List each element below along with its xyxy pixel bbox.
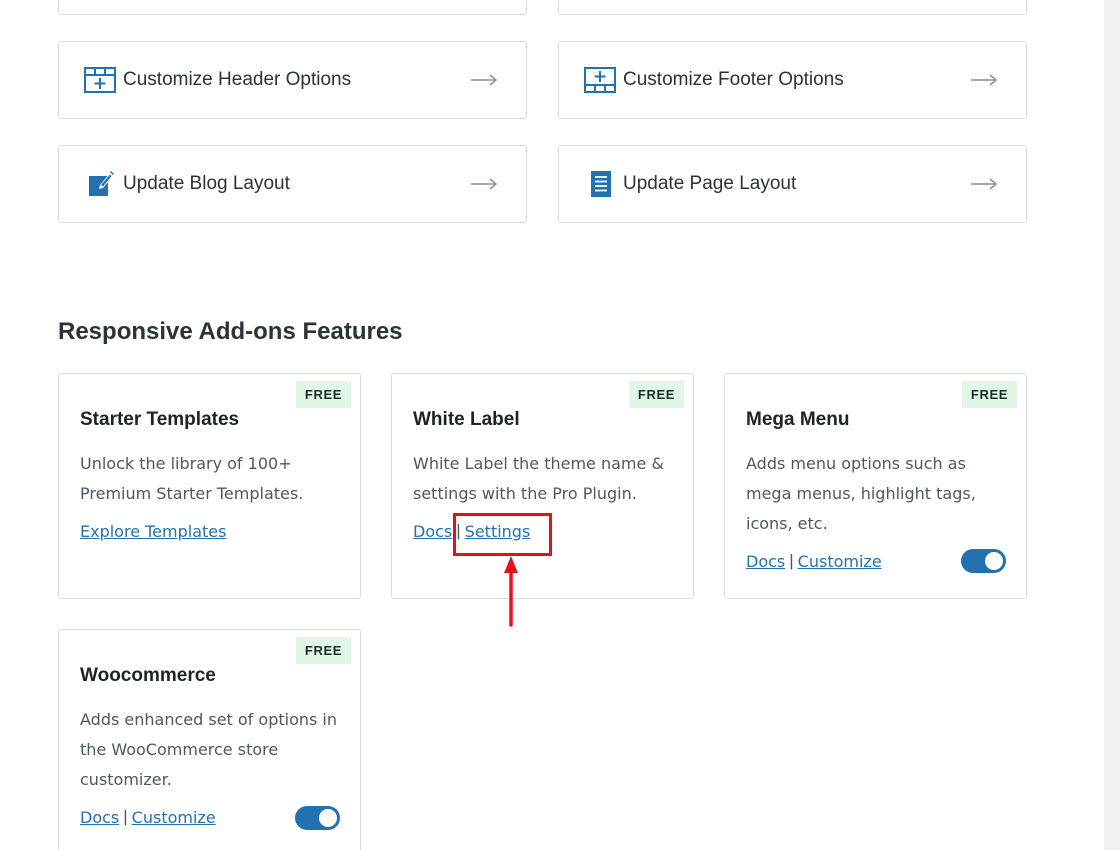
customize-header-card[interactable]: Customize Header Options: [58, 41, 527, 119]
link-separator: |: [456, 521, 461, 540]
addon-card-woocommerce: FREE Woocommerce Adds enhanced set of op…: [58, 629, 361, 850]
edit-post-icon: [84, 170, 116, 198]
addon-title: Mega Menu: [746, 409, 850, 430]
addon-card-starter-templates: FREE Starter Templates Unlock the librar…: [58, 373, 361, 599]
toggle-knob: [319, 809, 337, 827]
toggle-knob: [985, 552, 1003, 570]
link-separator: |: [123, 807, 128, 826]
woocommerce-toggle[interactable]: [295, 806, 340, 830]
update-page-layout-label: Update Page Layout: [623, 173, 797, 194]
arrow-right-icon: [471, 178, 498, 190]
customize-header-label: Customize Header Options: [123, 69, 352, 90]
docs-link[interactable]: Docs: [80, 808, 119, 827]
customize-footer-label: Customize Footer Options: [623, 69, 844, 90]
header-grid-icon: [84, 66, 116, 94]
free-badge: FREE: [961, 381, 1017, 408]
addon-title: Woocommerce: [80, 665, 216, 686]
mega-menu-toggle[interactable]: [961, 549, 1006, 573]
explore-templates-link[interactable]: Explore Templates: [80, 522, 226, 541]
quick-card-partial-left[interactable]: [58, 0, 527, 15]
addon-card-mega-menu: FREE Mega Menu Adds menu options such as…: [724, 373, 1027, 599]
link-separator: |: [789, 551, 794, 570]
update-blog-layout-card[interactable]: Update Blog Layout: [58, 145, 527, 223]
addon-description: White Label the theme name & settings wi…: [413, 454, 664, 503]
section-title: Responsive Add-ons Features: [58, 318, 403, 345]
quick-card-partial-right[interactable]: [558, 0, 1027, 15]
customize-footer-card[interactable]: Customize Footer Options: [558, 41, 1027, 119]
addon-links: Explore Templates: [80, 519, 340, 543]
addon-description: Adds enhanced set of options in the WooC…: [80, 710, 337, 789]
docs-link[interactable]: Docs: [746, 552, 785, 571]
docs-link[interactable]: Docs: [413, 522, 452, 541]
page-document-icon: [584, 170, 616, 198]
addon-card-white-label: FREE White Label White Label the theme n…: [391, 373, 694, 599]
scrollbar[interactable]: [1104, 0, 1120, 850]
free-badge: FREE: [295, 381, 351, 408]
footer-grid-icon: [584, 66, 616, 94]
arrow-right-icon: [971, 74, 998, 86]
update-page-layout-card[interactable]: Update Page Layout: [558, 145, 1027, 223]
addon-description: Adds menu options such as mega menus, hi…: [746, 454, 976, 533]
arrow-right-icon: [471, 74, 498, 86]
settings-link[interactable]: Settings: [465, 522, 531, 541]
addon-description: Unlock the library of 100+ Premium Start…: [80, 454, 304, 503]
free-badge: FREE: [628, 381, 684, 408]
arrow-right-icon: [971, 178, 998, 190]
addon-links: Docs | Settings: [413, 519, 673, 543]
customize-link[interactable]: Customize: [798, 552, 882, 571]
customize-link[interactable]: Customize: [132, 808, 216, 827]
addon-title: White Label: [413, 409, 520, 430]
free-badge: FREE: [295, 637, 351, 664]
addon-title: Starter Templates: [80, 409, 240, 430]
update-blog-layout-label: Update Blog Layout: [123, 173, 290, 194]
